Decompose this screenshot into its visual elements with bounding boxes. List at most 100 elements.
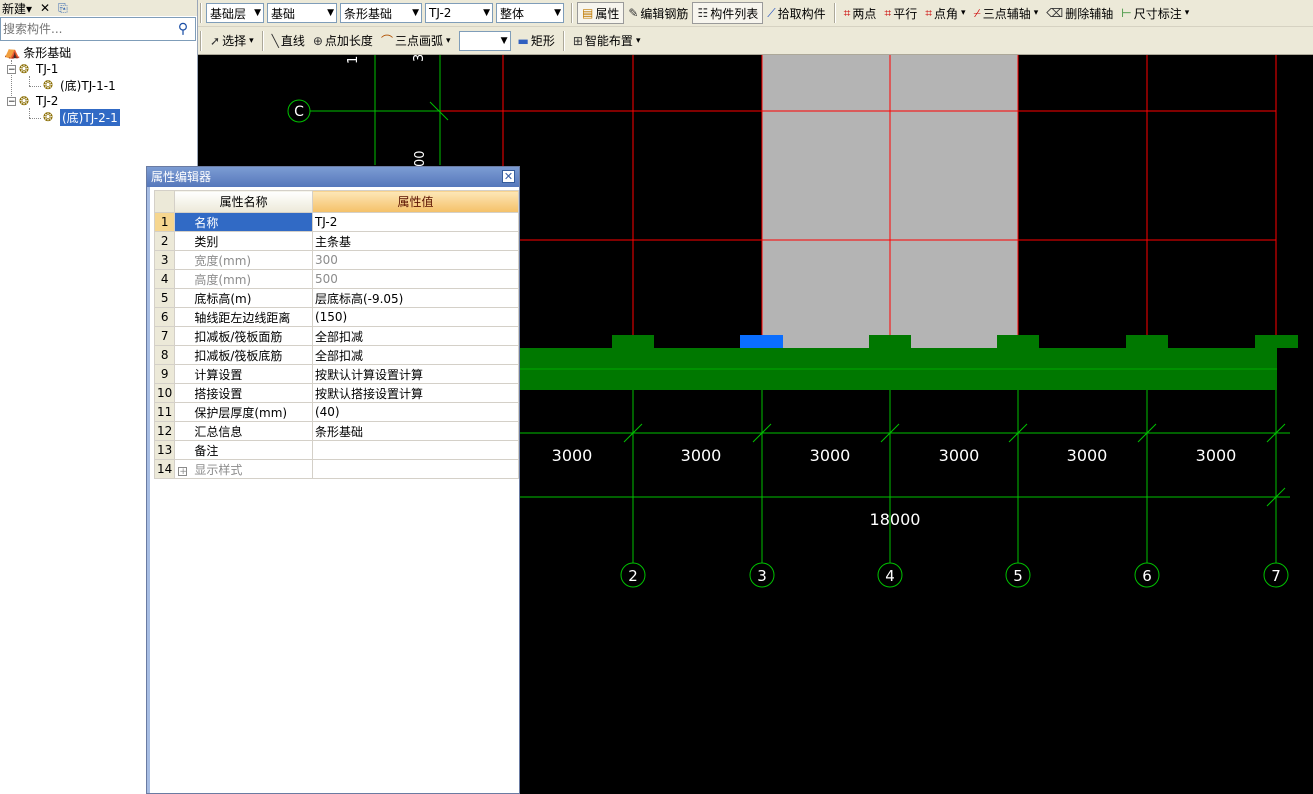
arc-button[interactable]: ⌒ 三点画弧 ▾ xyxy=(377,30,455,52)
collapse-icon[interactable]: − xyxy=(7,96,16,106)
row-number: 13 xyxy=(153,440,176,460)
search-input[interactable] xyxy=(1,20,173,38)
row-number: 10 xyxy=(153,383,176,403)
property-row[interactable]: 6 轴线距左边线距离 (150) xyxy=(153,307,520,327)
property-name-cell[interactable]: 汇总信息 xyxy=(174,421,313,441)
property-value-cell[interactable]: (40) xyxy=(311,402,520,422)
component-type-select[interactable]: 条形基础 ▼ xyxy=(340,3,422,23)
smart-layout-label: 智能布置 xyxy=(584,34,633,48)
property-name: 宽度(mm) xyxy=(194,253,252,268)
new-button[interactable]: 新建▾ xyxy=(0,0,34,17)
point-length-button[interactable]: ⊕ 点加长度 xyxy=(309,30,377,52)
property-name-cell[interactable]: 类别 xyxy=(174,231,313,251)
property-row[interactable]: 14 + 显示样式 xyxy=(153,459,520,479)
tree-node-tj-1[interactable]: − ❂ TJ-1 xyxy=(7,61,58,77)
property-row[interactable]: 13 备注 xyxy=(153,440,520,460)
property-value-cell[interactable]: 层底标高(-9.05) xyxy=(311,288,520,308)
point-angle-button[interactable]: ⌗ 点角 ▾ xyxy=(921,2,969,24)
property-value-cell[interactable]: (150) xyxy=(311,307,520,327)
row-number: 6 xyxy=(153,307,176,327)
property-name-header[interactable]: 属性名称 xyxy=(174,190,313,213)
properties-button[interactable]: ▤ 属性 xyxy=(577,2,625,24)
arc-option-select[interactable]: ▼ xyxy=(458,30,511,51)
property-name-cell[interactable]: 高度(mm) xyxy=(174,269,313,289)
property-value-cell[interactable] xyxy=(311,440,520,460)
copy-icon[interactable]: ⎘ xyxy=(56,1,70,16)
property-name-cell[interactable]: 底标高(m) xyxy=(174,288,313,308)
category-select[interactable]: 基础 ▼ xyxy=(267,3,337,23)
tree-leaf-tj-1-1[interactable]: ❂ (底)TJ-1-1 xyxy=(43,77,116,93)
draw-toolbar: ➚ 选择 ▾ ╲ 直线 ⊕ 点加长度 ⌒ 三点画弧 ▾ ▼ ▬ 矩形 ⊞ 智能布置 ▾ xyxy=(198,27,1313,55)
tree-node-tj-2[interactable]: − ❂ TJ-2 xyxy=(7,93,58,109)
tree-node-label: TJ-1 xyxy=(36,62,59,76)
two-point-axis-button[interactable]: ⌗ 两点 xyxy=(840,2,881,24)
partial-text: 00 xyxy=(413,150,428,167)
tree-connector xyxy=(29,108,30,118)
collapse-icon[interactable]: − xyxy=(7,64,16,74)
property-row[interactable]: 9 计算设置 按默认计算设置计算 xyxy=(153,364,520,384)
property-name-cell[interactable]: 扣减板/筏板面筋 xyxy=(174,326,313,346)
property-name-cell[interactable]: 保护层厚度(mm) xyxy=(174,402,313,422)
property-value-cell[interactable]: 300 xyxy=(311,250,520,270)
component-list-button[interactable]: ☷ 构件列表 xyxy=(692,2,764,24)
property-row[interactable]: 3 宽度(mm) 300 xyxy=(153,250,520,270)
row-number: 3 xyxy=(153,250,176,270)
dimension-button[interactable]: ⊢ 尺寸标注 ▾ xyxy=(1117,2,1193,24)
property-name-cell[interactable]: + 显示样式 xyxy=(174,459,313,479)
delete-icon[interactable]: ✕ xyxy=(38,1,52,15)
unit-select[interactable]: 整体 ▼ xyxy=(496,3,564,23)
property-name-cell[interactable]: 名称 xyxy=(174,212,313,232)
property-value-cell[interactable]: 全部扣减 xyxy=(311,345,520,365)
gear-icon: ❂ xyxy=(19,62,30,76)
property-row[interactable]: 5 底标高(m) 层底标高(-9.05) xyxy=(153,288,520,308)
property-value-cell[interactable]: 按默认搭接设置计算 xyxy=(311,383,520,403)
unit-value: 整体 xyxy=(500,6,525,21)
property-name-cell[interactable]: 搭接设置 xyxy=(174,383,313,403)
property-value-cell[interactable] xyxy=(311,459,520,479)
property-value-cell[interactable]: 主条基 xyxy=(311,231,520,251)
property-row[interactable]: 10 搭接设置 按默认搭接设置计算 xyxy=(153,383,520,403)
component-select[interactable]: TJ-2 ▼ xyxy=(425,3,493,23)
tree-leaf-tj-2-1[interactable]: ❂ (底)TJ-2-1 xyxy=(43,108,120,126)
property-name-cell[interactable]: 备注 xyxy=(174,440,313,460)
tree-root-label: 条形基础 xyxy=(23,45,72,60)
close-icon[interactable]: ✕ xyxy=(502,170,515,183)
new-label: 新建 xyxy=(2,1,27,16)
smart-layout-button[interactable]: ⊞ 智能布置 ▾ xyxy=(569,30,645,52)
property-name-cell[interactable]: 轴线距左边线距离 xyxy=(174,307,313,327)
property-value-cell[interactable]: 条形基础 xyxy=(311,421,520,441)
delete-axis-button[interactable]: ⌫ 删除辅轴 xyxy=(1042,2,1117,24)
property-row[interactable]: 8 扣减板/筏板底筋 全部扣减 xyxy=(153,345,520,365)
property-value-cell[interactable]: 全部扣减 xyxy=(311,326,520,346)
pick-component-button[interactable]: ⟋ 拾取构件 xyxy=(763,2,829,24)
axis-label: 3 xyxy=(757,567,767,585)
expand-icon[interactable]: + xyxy=(178,466,188,476)
property-row[interactable]: 2 类别 主条基 xyxy=(153,231,520,251)
property-name-cell[interactable]: 计算设置 xyxy=(174,364,313,384)
tree-node-label: TJ-2 xyxy=(36,94,59,108)
edit-rebar-button[interactable]: ✎ 编辑钢筋 xyxy=(624,2,692,24)
property-row[interactable]: 11 保护层厚度(mm) (40) xyxy=(153,402,520,422)
three-point-axis-button[interactable]: ⌿ 三点辅轴 ▾ xyxy=(970,2,1043,24)
parallel-axis-button[interactable]: ⌗ 平行 xyxy=(880,2,921,24)
selected-marker[interactable] xyxy=(740,335,783,348)
line-button[interactable]: ╲ 直线 xyxy=(268,30,309,52)
tree-root[interactable]: ⛺ 条形基础 xyxy=(4,44,71,60)
property-row[interactable]: 4 高度(mm) 500 xyxy=(153,269,520,289)
property-editor-title-bar[interactable]: 属性编辑器 ✕ xyxy=(147,167,519,187)
property-name-cell[interactable]: 宽度(mm) xyxy=(174,250,313,270)
property-row[interactable]: 7 扣减板/筏板面筋 全部扣减 xyxy=(153,326,520,346)
parallel-axis-icon: ⌗ xyxy=(884,5,892,20)
property-row[interactable]: 12 汇总信息 条形基础 xyxy=(153,421,520,441)
property-name: 显示样式 xyxy=(194,462,243,477)
property-value-cell[interactable]: TJ-2 xyxy=(311,212,520,232)
rectangle-button[interactable]: ▬ 矩形 xyxy=(514,30,559,52)
property-value-header[interactable]: 属性值 xyxy=(311,190,520,213)
floor-select[interactable]: 基础层 ▼ xyxy=(206,3,264,23)
property-name-cell[interactable]: 扣减板/筏板底筋 xyxy=(174,345,313,365)
property-value-cell[interactable]: 500 xyxy=(311,269,520,289)
property-value-cell[interactable]: 按默认计算设置计算 xyxy=(311,364,520,384)
select-button[interactable]: ➚ 选择 ▾ xyxy=(206,30,258,52)
property-row[interactable]: 1 名称 TJ-2 xyxy=(153,212,520,232)
search-icon[interactable]: ⚲ xyxy=(173,20,193,38)
